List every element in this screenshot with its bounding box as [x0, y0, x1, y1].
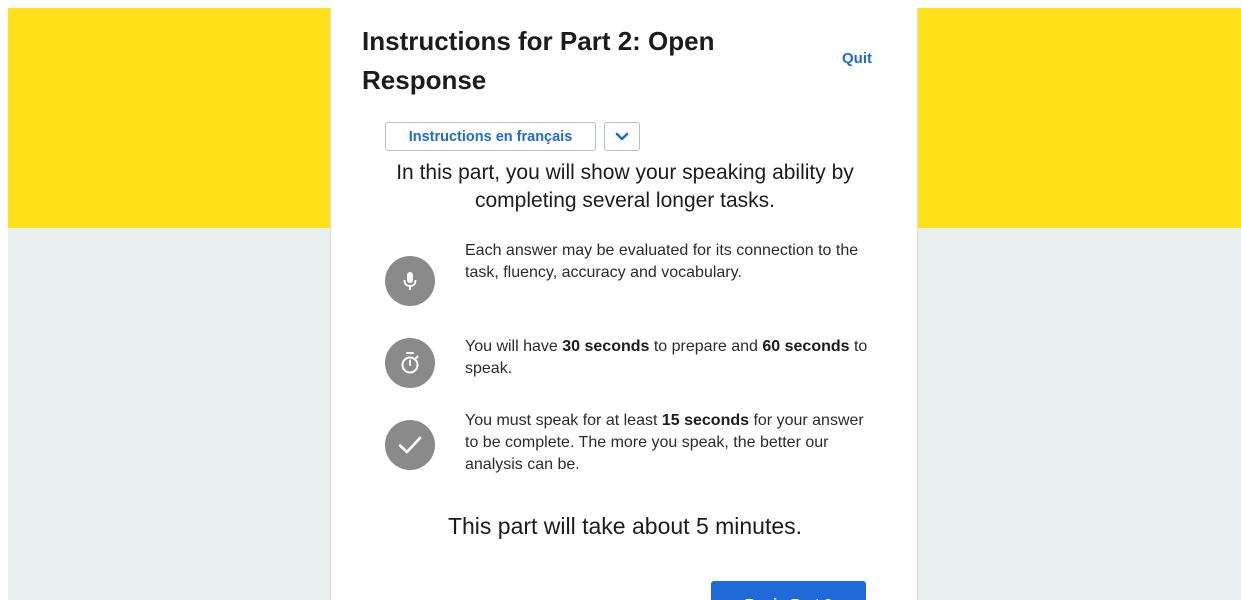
quit-link[interactable]: Quit: [842, 50, 872, 67]
rule-text-part: to prepare and: [649, 338, 763, 355]
rule-text: You will have 30 seconds to prepare and …: [465, 336, 870, 380]
rule-text: You must speak for at least 15 seconds f…: [465, 410, 870, 476]
rule-text-emphasis: 30 seconds: [562, 338, 650, 355]
microphone-icon: [403, 272, 417, 290]
language-dropdown-toggle[interactable]: [604, 122, 640, 151]
language-instructions-button[interactable]: Instructions en français: [385, 122, 596, 151]
begin-part-button[interactable]: Begin Part 2: [711, 581, 866, 600]
stopwatch-icon: [401, 352, 419, 374]
checkmark-icon: [398, 436, 422, 454]
intro-text: In this part, you will show your speakin…: [396, 161, 854, 212]
rule-text-part: You must speak for at least: [465, 412, 662, 429]
instructions-card: Instructions for Part 2: Open Response Q…: [330, 8, 918, 600]
rule-text: Each answer may be evaluated for its con…: [465, 242, 859, 281]
page-title: Instructions for Part 2: Open Response: [362, 26, 715, 95]
rule-icon-circle: [385, 256, 435, 306]
duration-text: This part will take about 5 minutes.: [447, 513, 803, 539]
rule-text-emphasis: 15 seconds: [661, 412, 750, 429]
rule-icon-circle: [385, 338, 435, 388]
page-background: Instructions for Part 2: Open Response Q…: [8, 8, 1241, 600]
rule-text-part: You will have: [465, 338, 563, 355]
chevron-down-icon: [615, 132, 629, 140]
rule-icon-circle: [385, 420, 435, 470]
rule-text-emphasis: 60 seconds: [762, 338, 850, 355]
